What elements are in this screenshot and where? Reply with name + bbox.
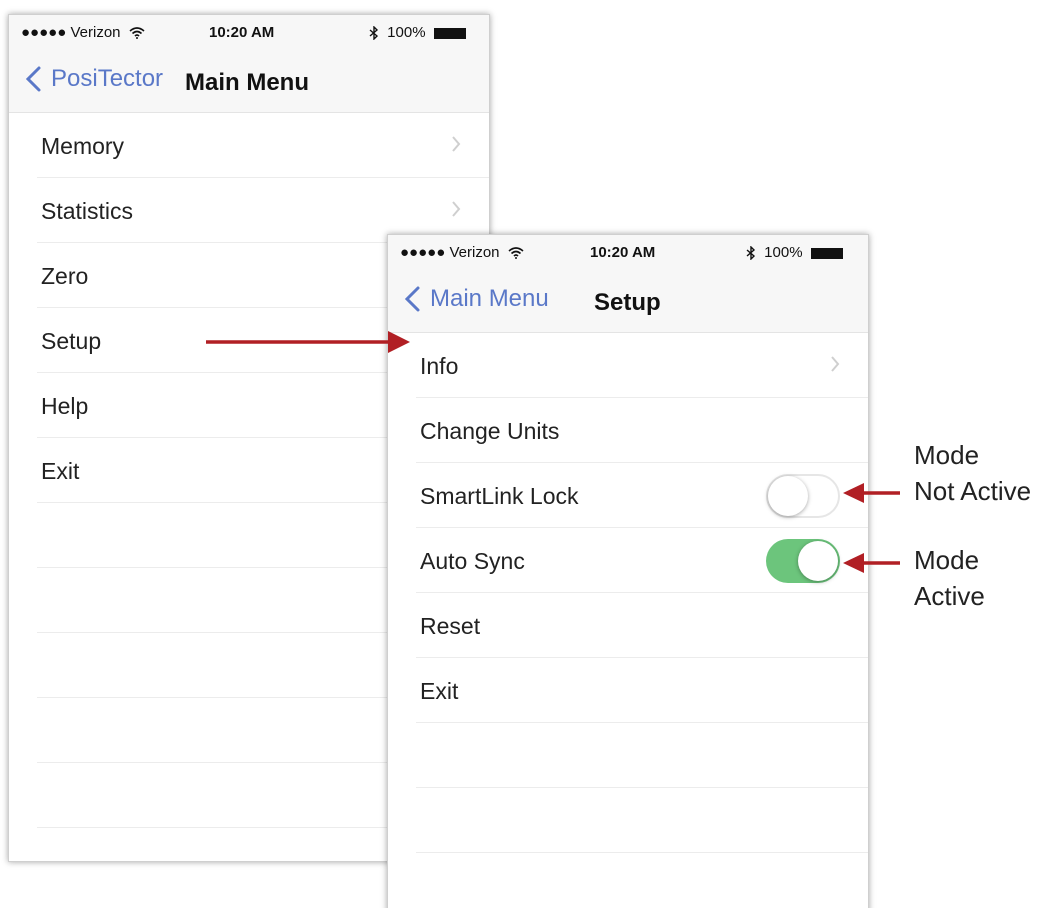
mode-active-caption: Mode Active <box>914 542 985 614</box>
caption-line: Active <box>914 581 985 611</box>
battery-icon <box>810 247 843 259</box>
empty-row <box>416 853 868 908</box>
battery-percent: 100% <box>387 24 426 41</box>
setup-item-label: Info <box>420 353 459 379</box>
setup-item-label: Reset <box>420 613 481 639</box>
setup-item-label: Exit <box>420 678 459 704</box>
mode-not-active-caption: Mode Not Active <box>914 437 1031 509</box>
setup-item-label: SmartLink Lock <box>420 483 579 509</box>
menu-item-label: Statistics <box>41 198 134 224</box>
menu-item-memory[interactable]: Memory <box>37 113 489 178</box>
setup-list: Info Change Units SmartLink Lock Auto Sy… <box>388 333 868 908</box>
wifi-icon <box>508 247 524 260</box>
setup-item-label: Auto Sync <box>420 548 525 574</box>
toggle-knob <box>768 476 808 516</box>
page-title: Main Menu <box>185 69 309 96</box>
back-button-label: PosiTector <box>51 65 164 92</box>
carrier-label: ●●●●● Verizon <box>400 244 524 261</box>
status-time: 10:20 AM <box>209 24 275 41</box>
figure-stage: ●●●●● Verizon 10:20 AM 100% PosiTector M… <box>0 0 1064 908</box>
setup-item-change-units[interactable]: Change Units <box>416 398 868 463</box>
menu-item-label: Exit <box>41 458 80 484</box>
back-button-label: Main Menu <box>430 285 549 312</box>
setup-screen: ●●●●● Verizon 10:20 AM 100% Main Menu Se… <box>387 234 869 908</box>
navigation-bar: Main Menu Setup <box>388 269 868 333</box>
chevron-right-icon <box>452 201 461 217</box>
battery-icon <box>433 27 466 39</box>
setup-item-label: Change Units <box>420 418 560 444</box>
status-time: 10:20 AM <box>590 244 656 261</box>
toggle-knob <box>798 541 838 581</box>
smartlink-lock-toggle[interactable] <box>766 474 840 518</box>
menu-item-label: Help <box>41 393 89 419</box>
battery-percent: 100% <box>764 244 803 261</box>
empty-row <box>416 723 868 788</box>
setup-item-auto-sync: Auto Sync <box>416 528 868 593</box>
caption-line: Mode <box>914 440 980 470</box>
setup-item-reset[interactable]: Reset <box>416 593 868 658</box>
bluetooth-icon <box>746 245 756 261</box>
status-bar: ●●●●● Verizon 10:20 AM 100% <box>388 235 868 269</box>
status-right: 100% <box>369 24 466 41</box>
chevron-right-icon <box>452 136 461 152</box>
page-title: Setup <box>594 289 661 316</box>
bluetooth-icon <box>369 25 379 41</box>
menu-item-label: Memory <box>41 133 125 159</box>
back-button[interactable]: Main Menu <box>402 285 549 313</box>
navigation-bar: PosiTector Main Menu <box>9 49 489 113</box>
empty-row <box>416 788 868 853</box>
menu-item-label: Zero <box>41 263 89 289</box>
setup-item-smartlink-lock: SmartLink Lock <box>416 463 868 528</box>
carrier-label: ●●●●● Verizon <box>21 24 145 41</box>
auto-sync-toggle[interactable] <box>766 539 840 583</box>
chevron-right-icon <box>831 356 840 372</box>
status-right: 100% <box>746 244 843 261</box>
chevron-left-icon <box>404 286 420 312</box>
status-bar: ●●●●● Verizon 10:20 AM 100% <box>9 15 489 49</box>
chevron-left-icon <box>25 66 41 92</box>
back-button[interactable]: PosiTector <box>23 65 163 93</box>
menu-item-label: Setup <box>41 328 102 354</box>
setup-item-exit[interactable]: Exit <box>416 658 868 723</box>
setup-item-info[interactable]: Info <box>416 333 868 398</box>
wifi-icon <box>129 27 145 40</box>
caption-line: Not Active <box>914 476 1032 506</box>
caption-line: Mode <box>914 545 980 575</box>
